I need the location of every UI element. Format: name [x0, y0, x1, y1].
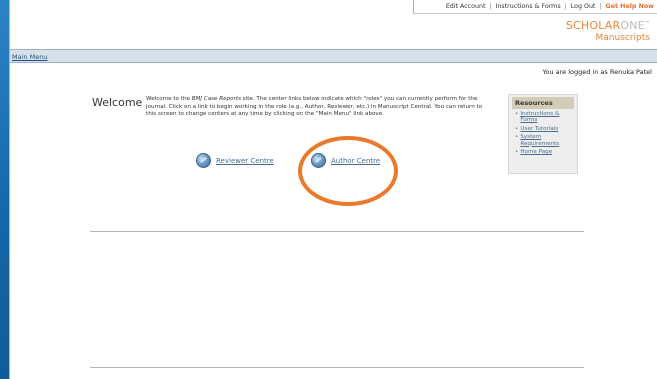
resources-heading: Resources — [512, 97, 574, 109]
logo-scholar: SCHOLAR — [565, 19, 621, 32]
bullet-icon: • — [515, 134, 519, 141]
logout-link[interactable]: Log Out — [571, 3, 596, 10]
bullet-icon: • — [515, 149, 519, 156]
main-menu-link[interactable]: Main Menu — [12, 53, 47, 61]
separator: | — [489, 3, 492, 10]
home-page-link[interactable]: Home Page — [520, 149, 552, 155]
logo-one: ONE — [620, 19, 645, 32]
separator: | — [599, 3, 602, 10]
intro-text-start: Welcome to the — [146, 96, 192, 102]
browser-window: Edit Account | Instructions & Forms | Lo… — [9, 0, 657, 379]
instructions-forms-resource-link[interactable]: Instructions & Forms — [520, 111, 575, 124]
top-utility-bar: Edit Account | Instructions & Forms | Lo… — [413, 0, 657, 14]
nav-bar: Main Menu — [10, 49, 657, 63]
welcome-heading: Welcome — [92, 96, 143, 109]
welcome-intro-text: Welcome to the BMJ Case Reports site. Th… — [146, 96, 486, 119]
resource-item: • Home Page — [515, 149, 575, 155]
bullet-icon: • — [515, 125, 519, 132]
instructions-forms-link[interactable]: Instructions & Forms — [496, 3, 561, 10]
reviewer-centre-link[interactable]: Reviewer Centre — [196, 153, 274, 168]
globe-icon — [196, 153, 211, 168]
system-requirements-link[interactable]: System Requirements — [520, 134, 575, 147]
logo-wordmark: SCHOLARONE™ — [566, 19, 650, 32]
logo-manuscripts: Manuscripts — [595, 33, 650, 43]
resources-list: • Instructions & Forms • User Tutorials • S… — [509, 111, 577, 155]
resource-item: • System Requirements — [515, 134, 575, 147]
highlight-circle-annotation — [298, 136, 398, 206]
resources-panel: Resources • Instructions & Forms • User Tu… — [508, 94, 578, 174]
divider-line — [90, 231, 584, 232]
logged-in-status: You are logged in as Renuka Patel — [542, 68, 652, 76]
separator: | — [564, 3, 567, 10]
resource-item: • Instructions & Forms — [515, 111, 575, 124]
user-tutorials-link[interactable]: User Tutorials — [520, 126, 558, 132]
site-name: BMJ Case Reports — [191, 96, 241, 102]
divider-line — [90, 367, 584, 368]
reviewer-centre-label: Reviewer Centre — [216, 156, 274, 165]
bullet-icon: • — [515, 111, 519, 117]
get-help-link[interactable]: Get Help Now — [606, 3, 654, 10]
resource-item: • User Tutorials — [515, 126, 575, 132]
logo-tm: ™ — [644, 20, 650, 27]
edit-account-link[interactable]: Edit Account — [446, 3, 486, 10]
scholarone-logo: SCHOLARONE™ Manuscripts — [566, 19, 650, 43]
